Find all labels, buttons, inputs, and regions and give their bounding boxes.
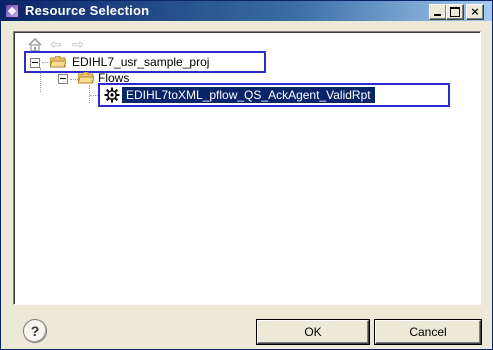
collapse-toggle-icon[interactable] <box>58 74 68 84</box>
close-button[interactable]: × <box>466 4 484 20</box>
resource-tree-panel: ⇦ ⇨ EDIHL7_usr_sample_proj Flows EDIHL7t… <box>13 31 481 305</box>
maximize-button[interactable] <box>446 4 464 20</box>
cancel-button[interactable]: Cancel <box>375 320 481 344</box>
home-icon[interactable] <box>28 37 42 52</box>
open-folder-icon <box>77 71 95 84</box>
minimize-button[interactable] <box>429 4 447 20</box>
ok-button[interactable]: OK <box>257 320 369 344</box>
window-title: Resource Selection <box>25 3 150 18</box>
tree-connector <box>89 85 91 103</box>
app-icon <box>5 4 19 18</box>
forward-arrow-icon[interactable]: ⇨ <box>72 38 88 52</box>
help-button[interactable]: ? <box>23 319 47 343</box>
back-arrow-icon[interactable]: ⇦ <box>50 38 66 52</box>
close-icon: × <box>470 5 480 18</box>
resource-selection-dialog: Resource Selection × ⇦ ⇨ EDIHL7_usr_samp… <box>0 0 493 350</box>
title-bar[interactable]: Resource Selection × <box>1 1 492 21</box>
flow-item-highlight-box <box>98 83 450 107</box>
